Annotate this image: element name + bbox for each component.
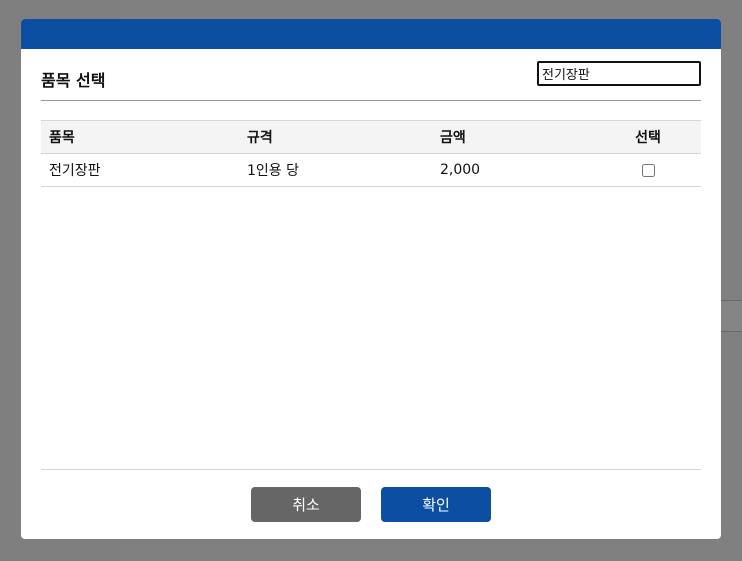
row-name: 전기장판	[41, 153, 239, 187]
item-select-modal: 품목 선택 품목 규격 금액 선택 전기장판 1인용 당 2,000	[21, 19, 721, 539]
row-select-cell	[595, 153, 701, 187]
modal-title: 품목 선택	[41, 71, 106, 90]
header-amount: 금액	[432, 120, 595, 154]
row-spec: 1인용 당	[239, 153, 432, 187]
modal-title-row: 품목 선택	[41, 49, 701, 101]
modal-header-bar	[21, 19, 721, 49]
header-spec: 규격	[239, 120, 432, 154]
row-amount: 2,000	[432, 153, 595, 187]
table-row: 전기장판 1인용 당 2,000	[41, 153, 701, 187]
header-select: 선택	[595, 120, 701, 154]
modal-footer: 취소 확인	[41, 469, 701, 539]
item-search-input[interactable]	[537, 61, 701, 86]
item-table: 품목 규격 금액 선택 전기장판 1인용 당 2,000	[41, 120, 701, 187]
cancel-button[interactable]: 취소	[251, 487, 361, 522]
item-table-wrap: 품목 규격 금액 선택 전기장판 1인용 당 2,000	[41, 120, 701, 187]
header-name: 품목	[41, 120, 239, 154]
confirm-button[interactable]: 확인	[381, 487, 491, 522]
table-header-row: 품목 규격 금액 선택	[41, 120, 701, 154]
row-select-checkbox[interactable]	[641, 163, 655, 177]
